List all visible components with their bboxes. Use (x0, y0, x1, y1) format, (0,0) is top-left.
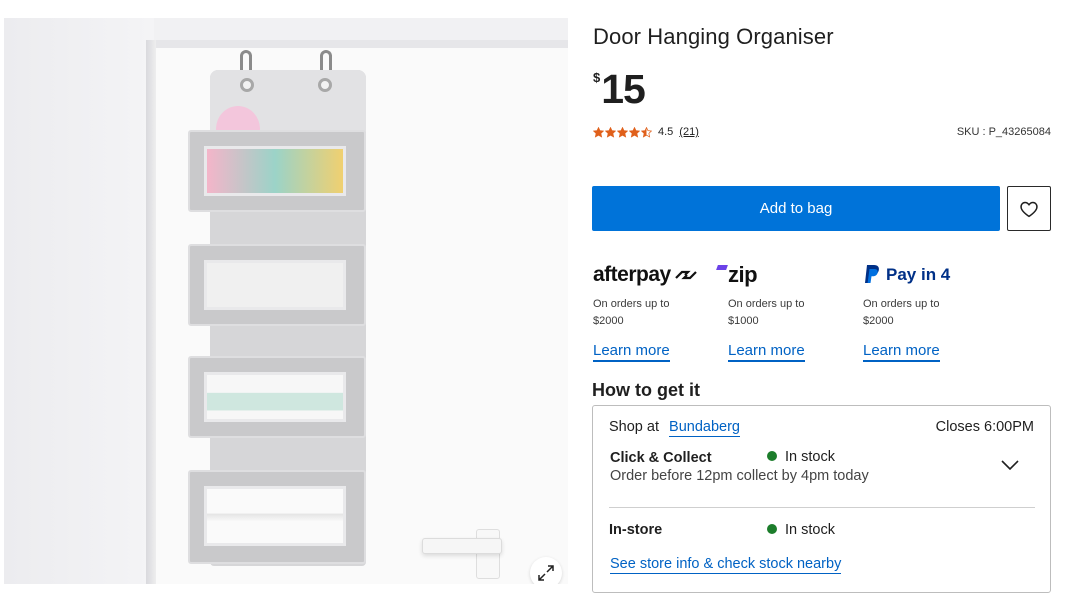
fulfilment-panel: Shop at Bundaberg Closes 6:00PM Click & … (592, 405, 1051, 593)
zip-logo: zip (716, 262, 854, 288)
star-icon (629, 126, 640, 138)
paypal-description: On orders up to $2000 (863, 296, 963, 330)
image-pocket-2 (188, 244, 366, 326)
green-dot-icon (767, 451, 777, 462)
shop-at-row: Shop at Bundaberg (609, 419, 740, 437)
image-door-edge (146, 40, 156, 584)
image-pocket-window (204, 372, 346, 422)
afterpay-logo: afterpay (593, 262, 719, 288)
heart-outline-icon (1020, 201, 1038, 217)
expand-image-button[interactable] (530, 557, 562, 584)
afterpay-desc-line2: $2000 (593, 315, 624, 327)
afterpay-logo-text: afterpay (593, 263, 671, 286)
rating-stars (593, 126, 653, 138)
star-icon (593, 126, 604, 138)
click-collect-note: Order before 12pm collect by 4pm today (610, 468, 869, 484)
image-door-handle-base (476, 529, 500, 579)
image-wall (4, 18, 154, 584)
image-door-handle (422, 538, 502, 554)
store-info-link[interactable]: See store info & check stock nearby (610, 556, 842, 574)
click-collect-stock-text: In stock (785, 449, 835, 465)
afterpay-desc-line1: On orders up to (593, 298, 670, 310)
store-info-row: See store info & check stock nearby (610, 556, 842, 574)
in-store-stock: In stock (767, 522, 835, 538)
store-name-link[interactable]: Bundaberg (669, 419, 740, 437)
paypal-logo-text: Pay in 4 (886, 265, 951, 284)
price-amount: 15 (601, 66, 646, 112)
payment-afterpay: afterpay On orders up to $2000 Learn mor… (593, 262, 719, 362)
paypal-logo: Pay in 4 (863, 262, 989, 288)
payment-paypal: Pay in 4 On orders up to $2000 Learn mor… (863, 262, 989, 362)
click-collect-stock: In stock (767, 449, 835, 465)
paypal-desc-line1: On orders up to (863, 298, 940, 310)
price-symbol: $ (593, 70, 601, 85)
zip-desc-line2: $1000 (728, 315, 759, 327)
paypal-learn-more-link[interactable]: Learn more (863, 342, 940, 362)
star-icon (605, 126, 616, 138)
fulfilment-divider (609, 507, 1035, 508)
zip-learn-more-link[interactable]: Learn more (728, 342, 805, 362)
click-collect-title: Click & Collect (610, 450, 712, 466)
afterpay-description: On orders up to $2000 (593, 296, 693, 330)
image-pocket-4 (188, 470, 366, 564)
product-image[interactable] (4, 18, 568, 584)
image-pocket-window (204, 260, 346, 310)
add-to-bag-button[interactable]: Add to bag (592, 186, 1000, 231)
zip-purple-mark (716, 264, 728, 270)
zip-description: On orders up to $1000 (728, 296, 828, 330)
paypal-desc-line2: $2000 (863, 315, 894, 327)
image-grommet-right (318, 78, 332, 92)
click-collect-expand-button[interactable] (995, 454, 1025, 476)
paypal-p-icon (865, 265, 879, 283)
wishlist-button[interactable] (1007, 186, 1051, 231)
afterpay-arrows-icon (674, 270, 697, 280)
in-store-title: In-store (609, 522, 663, 538)
shop-at-label: Shop at (609, 419, 659, 435)
payment-zip: zip On orders up to $1000 Learn more (716, 262, 854, 362)
star-icon (617, 126, 628, 138)
product-price: $ 15 (593, 66, 646, 112)
afterpay-learn-more-link[interactable]: Learn more (593, 342, 670, 362)
product-sku: SKU : P_43265084 (956, 126, 1051, 138)
star-icon (641, 126, 652, 138)
zip-desc-line1: On orders up to (728, 298, 805, 310)
product-title: Door Hanging Organiser (593, 24, 834, 49)
chevron-down-icon (1001, 460, 1019, 470)
image-pocket-3 (188, 356, 366, 438)
zip-logo-text: zip (728, 262, 758, 287)
image-pocket-1 (188, 130, 366, 212)
how-to-get-it-heading: How to get it (592, 380, 700, 400)
product-rating: 4.5 (21) (593, 126, 699, 138)
green-dot-icon (767, 524, 777, 535)
review-count-link[interactable]: (21) (679, 126, 699, 138)
image-pocket-window (204, 486, 346, 546)
image-pocket-window (204, 146, 346, 196)
store-closing-time: Closes 6:00PM (935, 419, 1034, 435)
rating-value: 4.5 (658, 126, 674, 138)
expand-arrows-icon (538, 565, 554, 581)
image-grommet-left (240, 78, 254, 92)
in-store-stock-text: In stock (785, 522, 835, 538)
